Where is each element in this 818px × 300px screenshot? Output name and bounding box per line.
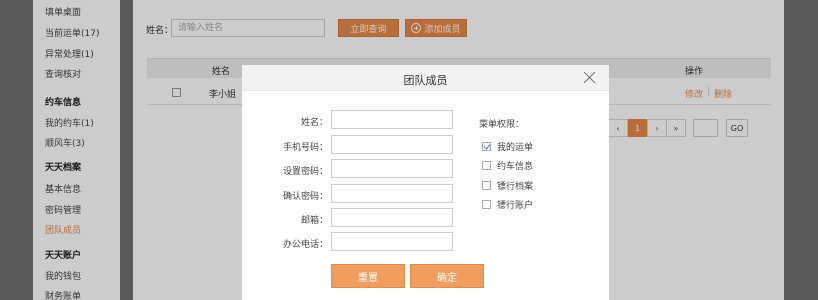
dialog-title: 团队成员: [403, 74, 448, 87]
confirm-password-field[interactable]: [331, 184, 453, 203]
phone-label: 手机号码：: [282, 143, 328, 153]
permission-label: 约车信息: [497, 162, 534, 172]
name-label: 姓名：: [300, 118, 328, 128]
permission-my-waybills[interactable]: 我的运单: [482, 140, 533, 153]
checkbox[interactable]: [482, 181, 491, 190]
close-icon[interactable]: [583, 71, 596, 84]
checkbox[interactable]: [482, 161, 491, 170]
checkbox[interactable]: [482, 200, 491, 209]
set-password-field[interactable]: [331, 159, 453, 178]
office-phone-field[interactable]: [331, 232, 453, 251]
permissions-title: 菜单权限：: [479, 120, 525, 130]
permission-label: 我的运单: [497, 143, 534, 153]
office-phone-label: 办公电话：: [282, 240, 328, 250]
email-label: 邮箱：: [300, 216, 328, 226]
permission-archive[interactable]: 镖行档案: [482, 179, 533, 192]
phone-field[interactable]: [331, 135, 453, 154]
permission-label: 镖行账户: [497, 201, 534, 211]
confirm-password-label: 确认密码：: [282, 192, 328, 202]
permission-label: 镖行档案: [497, 182, 534, 192]
permission-account[interactable]: 镖行账户: [482, 198, 533, 211]
checkbox-checked[interactable]: [482, 142, 491, 151]
dialog-header: 团队成员: [242, 65, 609, 91]
set-password-label: 设置密码：: [282, 167, 328, 177]
name-field[interactable]: [331, 110, 453, 129]
confirm-button[interactable]: 确定: [410, 264, 484, 288]
team-member-dialog: 团队成员 姓名： 手机号码： 设置密码： 确认密码： 邮箱： 办公电话： 菜单权…: [242, 65, 609, 300]
permission-booking-info[interactable]: 约车信息: [482, 159, 533, 172]
reset-button[interactable]: 重置: [331, 264, 405, 288]
email-field[interactable]: [331, 208, 453, 227]
